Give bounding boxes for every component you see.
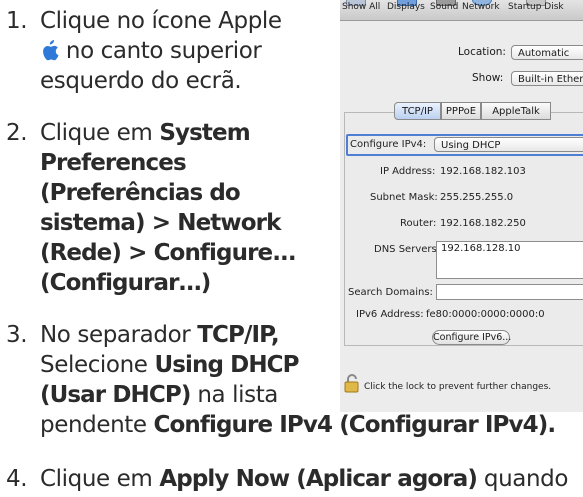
step-text-line: (Usar DHCP) na lista — [40, 380, 278, 410]
location-label: Location: — [458, 46, 506, 58]
step-text-segment: Clique no ícone Apple — [40, 8, 282, 34]
network-preferences-window: Show All Displays Sound Network Startup … — [340, 0, 583, 412]
location-popup[interactable]: Automatic — [511, 45, 583, 60]
step-text-segment: TCP/IP, — [197, 322, 279, 348]
step-number: 4. — [6, 466, 28, 492]
step-text-segment: System — [159, 120, 250, 146]
step-text-line: Clique no ícone Apple — [40, 6, 282, 36]
step-number: 3. — [6, 322, 28, 348]
step-text-line: Selecione Using DHCP — [40, 350, 300, 380]
step-text-segment: Configure IPv4 (Configurar IPv4). — [153, 412, 557, 438]
configure-ipv6-button[interactable]: Configure IPv6... — [432, 330, 511, 345]
step-text-segment: sistema) > Network — [40, 210, 281, 236]
toolbar-label: Sound — [430, 2, 459, 12]
lock-icon[interactable] — [343, 373, 361, 393]
toolbar-label: Displays — [387, 2, 425, 12]
step-text-line: esquerdo do ecrã. — [40, 66, 242, 96]
configure-ipv4-label: Configure IPv4: — [350, 139, 427, 150]
step-text-line: (Rede) > Configure... — [40, 238, 297, 268]
step-text-segment: Apply Now (Aplicar agora) — [159, 466, 478, 492]
step-text-line: sistema) > Network — [40, 208, 281, 238]
step-text-segment: Preferences — [40, 150, 187, 176]
step-text-segment: no canto superior — [65, 38, 262, 64]
toolbar-label: Startup Disk — [508, 2, 564, 12]
dns-servers-field[interactable]: 192.168.128.10 — [436, 241, 583, 279]
step-text-segment: (Configurar…) — [40, 270, 211, 296]
step-text-line: no canto superior — [40, 36, 262, 66]
step-text-line: pendente Configure IPv4 (Configurar IPv4… — [40, 410, 557, 440]
step-text-segment: No separador — [40, 322, 198, 348]
search-domains-label: Search Domains: — [348, 287, 433, 298]
ip-address-value: 192.168.182.103 — [440, 166, 526, 177]
ipv6-address-value: fe80:0000:0000:0000:0 — [426, 309, 545, 320]
toolbar-label: Network — [462, 2, 500, 12]
step-text-line: Clique em System — [40, 118, 251, 148]
configure-ipv4-select[interactable]: Using DHCP — [434, 137, 583, 152]
step-text-line: Preferences — [40, 148, 187, 178]
ipv6-address-label: IPv6 Address: — [356, 309, 424, 320]
subnet-mask-label: Subnet Mask: — [370, 192, 438, 203]
toolbar-label: Show All — [342, 2, 381, 12]
router-label: Router: — [400, 218, 437, 229]
step-text-segment: Clique em — [40, 120, 160, 146]
step-text-segment: (Usar DHCP) — [40, 382, 191, 408]
step-text-segment: esquerdo do ecrã. — [40, 68, 242, 94]
ip-address-label: IP Address: — [380, 166, 436, 177]
subnet-mask-value: 255.255.255.0 — [440, 192, 514, 203]
step-number: 2. — [6, 120, 28, 146]
search-domains-field[interactable] — [436, 284, 583, 300]
step-text-segment: (Preferências do — [40, 180, 241, 206]
step-text-segment: pendente — [40, 412, 154, 438]
step-text-segment: (Rede) > Configure... — [40, 240, 297, 266]
step-text-line: (Configurar…) — [40, 268, 211, 298]
step-text-segment: na lista — [190, 382, 279, 408]
step-number: 1. — [6, 8, 28, 34]
step-text-segment: Selecione — [40, 352, 155, 378]
lock-hint: Click the lock to prevent further change… — [364, 382, 552, 392]
show-label: Show: — [472, 72, 504, 84]
step-text-line: Clique em Apply Now (Aplicar agora) quan… — [40, 464, 568, 494]
apple-logo-icon — [43, 40, 59, 61]
step-text-line: No separador TCP/IP, — [40, 320, 280, 350]
preferences-toolbar: Show All Displays Sound Network Startup … — [340, 0, 583, 21]
router-value: 192.168.182.250 — [440, 218, 526, 229]
tab-appletalk[interactable]: AppleTalk — [481, 102, 551, 120]
tab-pppoe[interactable]: PPPoE — [441, 102, 481, 120]
step-text-segment: Using DHCP — [154, 352, 299, 378]
tab-tcpip[interactable]: TCP/IP — [394, 102, 441, 120]
step-text-segment: quando — [477, 466, 569, 492]
dns-servers-label: DNS Servers: — [374, 244, 441, 255]
step-text-line: (Preferências do — [40, 178, 241, 208]
show-popup[interactable]: Built-in Ethernet — [511, 71, 583, 86]
step-text-segment: Clique em — [40, 466, 160, 492]
